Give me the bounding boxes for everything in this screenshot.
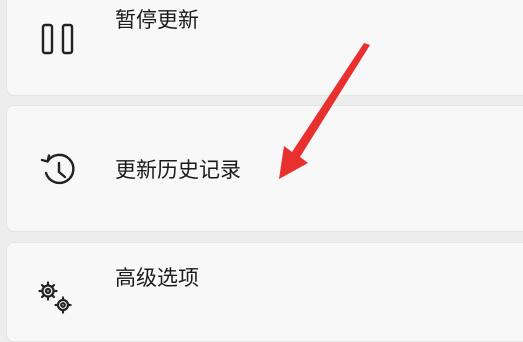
pause-updates-item[interactable]: 暂停更新 [6,0,523,96]
pause-icon [41,23,74,55]
history-icon [40,153,75,185]
update-history-item[interactable]: 更新历史记录 [6,105,523,232]
advanced-options-label: 高级选项 [115,266,199,290]
update-history-label: 更新历史记录 [115,158,241,182]
advanced-options-item[interactable]: 高级选项 [6,242,523,342]
gear-icon [38,281,72,314]
pause-updates-label: 暂停更新 [115,8,199,32]
